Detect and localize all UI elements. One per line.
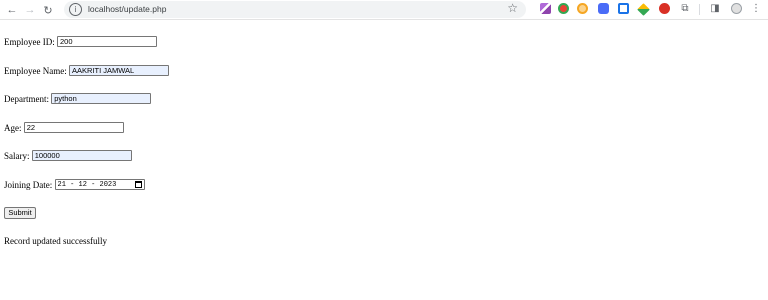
toolbar-separator <box>699 4 700 15</box>
employee-id-row: Employee ID: 200 <box>4 35 157 48</box>
browser-menu-icon[interactable]: ⋮ <box>749 2 763 16</box>
employee-id-label: Employee ID: <box>4 36 55 47</box>
department-input[interactable]: python <box>51 93 152 105</box>
orange-extension-icon[interactable] <box>577 3 588 14</box>
salary-row: Salary: 100000 <box>4 149 132 162</box>
joining-date-input[interactable]: 21 - 12 - 2023 <box>54 179 145 191</box>
url-text[interactable]: localhost/update.php <box>88 4 166 14</box>
back-icon[interactable]: ← <box>4 2 20 18</box>
submit-button[interactable]: Submit <box>4 207 36 219</box>
bookmark-star-icon[interactable]: ☆ <box>507 1 518 15</box>
blue-extension-icon[interactable] <box>598 3 609 14</box>
age-label: Age: <box>4 122 22 133</box>
color-extension-icon[interactable] <box>558 3 569 14</box>
employee-name-input[interactable]: AAKRITI JAMWAL <box>68 65 169 77</box>
joining-date-row: Joining Date: 21 - 12 - 2023 <box>4 178 145 191</box>
salary-input[interactable]: 100000 <box>31 150 132 162</box>
age-input[interactable]: 22 <box>23 122 124 134</box>
employee-name-row: Employee Name: AAKRITI JAMWAL <box>4 64 169 77</box>
browser-toolbar: ← → ↻ i localhost/update.php ☆ ⧉ ◨ ⋮ <box>0 0 768 20</box>
pencil-extension-icon[interactable] <box>637 3 650 16</box>
s-extension-icon[interactable] <box>659 3 670 14</box>
side-panel-icon[interactable]: ◨ <box>708 2 722 16</box>
forward-icon[interactable]: → <box>22 2 38 18</box>
status-message: Record updated successfully <box>4 236 107 246</box>
reload-icon[interactable]: ↻ <box>40 2 56 18</box>
joining-date-label: Joining Date: <box>4 179 53 190</box>
department-row: Department: python <box>4 92 152 105</box>
joining-date-value: 21 - 12 - 2023 <box>57 180 117 189</box>
site-info-icon[interactable]: i <box>69 3 82 16</box>
salary-label: Salary: <box>4 150 30 161</box>
extensions-puzzle-icon[interactable]: ⧉ <box>678 2 692 16</box>
screen-extension-icon[interactable] <box>618 3 629 14</box>
address-bar[interactable]: i localhost/update.php ☆ <box>64 1 526 18</box>
profile-avatar-icon[interactable] <box>731 3 742 14</box>
age-row: Age: 22 <box>4 121 124 134</box>
employee-id-input[interactable]: 200 <box>57 36 157 48</box>
calendar-icon[interactable] <box>134 181 142 189</box>
department-label: Department: <box>4 93 49 104</box>
employee-name-label: Employee Name: <box>4 65 67 76</box>
pen-extension-icon[interactable] <box>540 3 551 14</box>
